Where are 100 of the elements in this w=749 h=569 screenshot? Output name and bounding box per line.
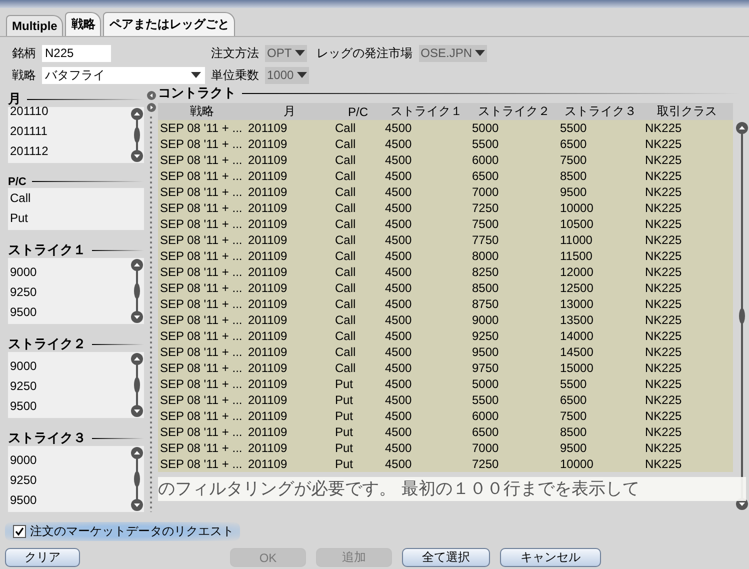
collapse-left-icon[interactable] [146, 91, 156, 100]
table-row[interactable]: SEP 08 '11 + ... 201109 Put 4500 7000 9500 NK225 [158, 440, 733, 456]
table-cell-text: 4500 [385, 265, 413, 279]
scrollbar-icon[interactable] [130, 258, 144, 324]
table-cell-text: Put [335, 441, 354, 455]
table-cell-text: NK225 [645, 201, 683, 215]
table-cell-text: 4500 [385, 313, 413, 327]
list-item[interactable]: 9250 [10, 282, 130, 302]
table-cell-text: 4500 [385, 345, 413, 359]
column-header[interactable]: ストライク２ [470, 103, 558, 120]
table-cell-text: Put [335, 377, 354, 391]
tab[interactable]: 戦略 [65, 12, 102, 36]
table-cell-text: 4500 [385, 457, 413, 471]
table-cell-text: NK225 [645, 249, 683, 263]
filter-list[interactable]: 9000 9250 9500 [8, 446, 144, 512]
table-cell-text: 15000 [560, 361, 594, 375]
scrollbar-icon[interactable] [130, 446, 144, 512]
scrollbar-icon[interactable] [130, 107, 144, 163]
table-row[interactable]: SEP 08 '11 + ... 201109 Call 4500 7750 11000 NK225 [158, 232, 733, 248]
column-header[interactable]: ストライク１ [383, 103, 470, 120]
list-item[interactable]: Put [10, 208, 144, 228]
table-cell-text: 9250 [472, 329, 500, 343]
table-cell-text: Call [335, 201, 357, 215]
scrollbar-icon[interactable] [130, 352, 144, 418]
table-row[interactable]: SEP 08 '11 + ... 201109 Call 4500 8000 11500 NK225 [158, 248, 733, 264]
table-row[interactable]: SEP 08 '11 + ... 201109 Call 4500 8500 12500 NK225 [158, 280, 733, 296]
table-row[interactable]: SEP 08 '11 + ... 201109 Call 4500 5500 6500 NK225 [158, 136, 733, 152]
list-item[interactable]: 9500 [10, 302, 130, 322]
list-item[interactable]: 201111 [10, 121, 130, 141]
table-row[interactable]: SEP 08 '11 + ... 201109 Call 4500 6500 8500 NK225 [158, 168, 733, 184]
table-cell-text: 8250 [472, 265, 500, 279]
table-row[interactable]: SEP 08 '11 + ... 201109 Call 4500 7500 10500 NK225 [158, 216, 733, 232]
checkbox[interactable] [13, 525, 26, 538]
market-data-checkbox[interactable]: 注文のマーケットデータのリクエスト [5, 522, 240, 541]
table-cell-text: NK225 [645, 329, 683, 343]
leg-market-dropdown[interactable]: OSE.JPN [418, 44, 488, 62]
list-item[interactable]: 9000 [10, 450, 130, 470]
dialog-button[interactable]: クリア [5, 548, 80, 567]
table-row[interactable]: SEP 08 '11 + ... 201109 Put 4500 5000 5500 NK225 [158, 376, 733, 392]
field-label: 単位乗数 [211, 66, 259, 84]
table-cell-text: 201109 [248, 201, 288, 215]
table-row[interactable]: SEP 08 '11 + ... 201109 Call 4500 9000 13500 NK225 [158, 312, 733, 328]
list-item[interactable]: 9000 [10, 262, 130, 282]
table-cell-text: NK225 [645, 441, 683, 455]
table-cell-text: 201109 [248, 393, 288, 407]
scrollbar-icon[interactable] [735, 121, 749, 511]
table-row[interactable]: SEP 08 '11 + ... 201109 Put 4500 5500 6500 NK225 [158, 392, 733, 408]
filter-list[interactable]: 9000 9250 9500 [8, 352, 144, 418]
table-cell-text: 5500 [560, 377, 588, 391]
table-row[interactable]: SEP 08 '11 + ... 201109 Call 4500 5000 5500 NK225 [158, 120, 733, 136]
table-row[interactable]: SEP 08 '11 + ... 201109 Put 4500 7250 10000 NK225 [158, 456, 733, 472]
table-cell-text: 4500 [385, 281, 413, 295]
table-row[interactable]: SEP 08 '11 + ... 201109 Call 4500 9500 14500 NK225 [158, 344, 733, 360]
list-item[interactable]: 9000 [10, 356, 130, 376]
table-cell-text: 8500 [560, 169, 588, 183]
table-row[interactable]: SEP 08 '11 + ... 201109 Put 4500 6000 7500 NK225 [158, 408, 733, 424]
list-item[interactable]: 9500 [10, 396, 130, 416]
list-item[interactable]: 9250 [10, 470, 130, 490]
multiplier-dropdown[interactable]: 1000 [265, 66, 309, 84]
list-item[interactable]: Call [10, 188, 144, 208]
list-item[interactable]: 9500 [10, 490, 130, 510]
list-item[interactable]: 201112 [10, 141, 130, 161]
table-row[interactable]: SEP 08 '11 + ... 201109 Call 4500 7250 10000 NK225 [158, 200, 733, 216]
filter-title: 月 [8, 90, 21, 106]
table-row[interactable]: SEP 08 '11 + ... 201109 Call 4500 9750 15000 NK225 [158, 360, 733, 376]
table-cell-text: Put [335, 409, 354, 423]
table-cell-text: 11000 [560, 233, 594, 247]
table-cell-text: 6500 [560, 393, 588, 407]
expand-right-icon[interactable] [146, 103, 156, 112]
notice-text: のフィルタリングが必要です。 最初の１００行までを表示して [158, 477, 746, 501]
table-cell-text: 8500 [560, 425, 588, 439]
column-header[interactable]: P/C [333, 104, 383, 118]
table-row[interactable]: SEP 08 '11 + ... 201109 Call 4500 6000 7500 NK225 [158, 152, 733, 168]
dialog-button[interactable]: 全て選択 [402, 548, 490, 567]
table-row[interactable]: SEP 08 '11 + ... 201109 Call 4500 8750 13000 NK225 [158, 296, 733, 312]
table-row[interactable]: SEP 08 '11 + ... 201109 Put 4500 6500 8500 NK225 [158, 424, 733, 440]
list-item[interactable]: 9250 [10, 376, 130, 396]
filter-list[interactable]: Call Put [8, 188, 144, 230]
order-method-dropdown[interactable]: OPT [265, 44, 307, 62]
column-header[interactable]: 戦略 [158, 103, 246, 120]
filter-list[interactable]: 201110 201111 201112 [8, 107, 144, 163]
table-cell-text: 7250 [472, 457, 500, 471]
dropdown-arrow-icon [294, 50, 305, 56]
table-cell-text: 6000 [472, 153, 500, 167]
table-cell-text: NK225 [645, 393, 683, 407]
tab[interactable]: ペアまたはレッグごと [103, 12, 236, 36]
dialog-button[interactable]: キャンセル [500, 548, 601, 567]
table-cell-text: 4500 [385, 329, 413, 343]
table-row[interactable]: SEP 08 '11 + ... 201109 Call 4500 9250 14000 NK225 [158, 328, 733, 344]
table-cell-text: SEP 08 '11 + ... [160, 457, 244, 471]
table-cell-text: NK225 [645, 297, 683, 311]
symbol-field[interactable]: N225 [42, 44, 111, 62]
column-header[interactable]: 月 [246, 103, 333, 120]
strategy-dropdown[interactable]: バタフライ [42, 66, 205, 84]
column-header[interactable]: 取引クラス [643, 103, 731, 120]
filter-list[interactable]: 9000 9250 9500 [8, 258, 144, 324]
table-row[interactable]: SEP 08 '11 + ... 201109 Call 4500 8250 12000 NK225 [158, 264, 733, 280]
column-header[interactable]: ストライク３ [558, 103, 643, 120]
table-row[interactable]: SEP 08 '11 + ... 201109 Call 4500 7000 9500 NK225 [158, 184, 733, 200]
tab[interactable]: Multiple [6, 15, 64, 36]
